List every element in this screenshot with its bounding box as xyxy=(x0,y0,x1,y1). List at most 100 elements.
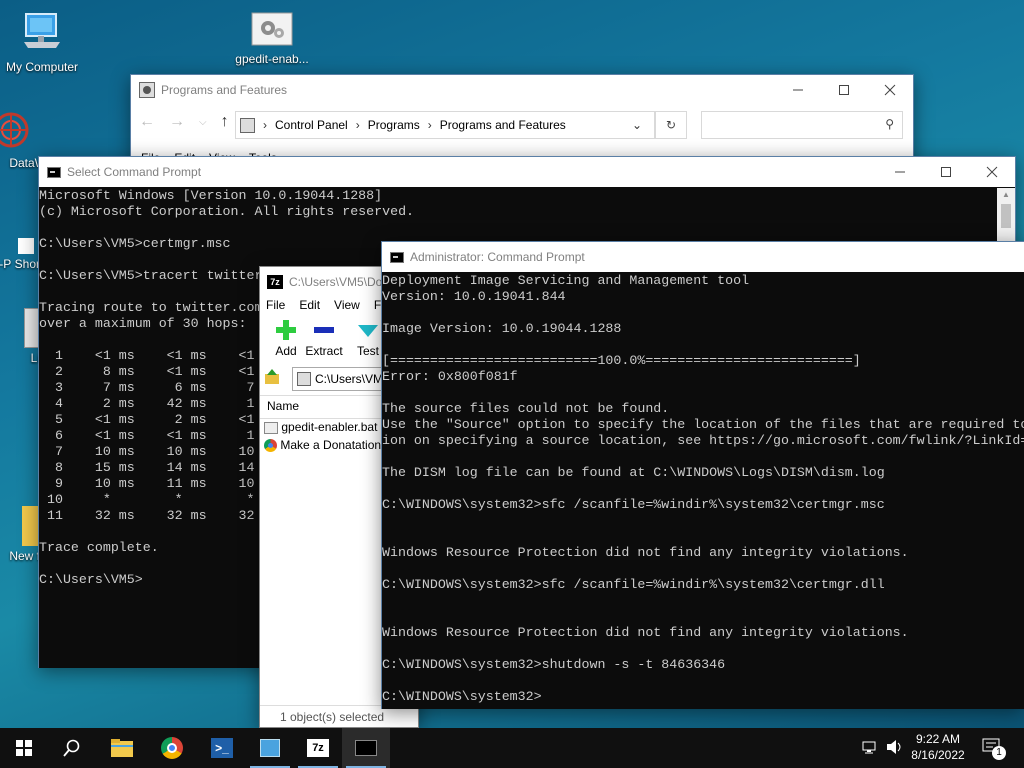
command-prompt-icon xyxy=(355,740,377,756)
back-arrow-icon[interactable]: ← xyxy=(139,113,155,131)
window-title: Administrator: Command Prompt xyxy=(410,250,585,264)
search-button[interactable] xyxy=(48,728,96,768)
7zip-taskbar-button[interactable]: 7z xyxy=(294,728,342,768)
desktop-icon-label: Ф-Р Shor xyxy=(0,257,40,271)
chrome-icon xyxy=(264,439,277,453)
maximize-button[interactable] xyxy=(821,75,867,105)
window-title: C:\Users\VM5\Do xyxy=(289,275,383,289)
desktop-icon-shortcut[interactable]: Ф-Р Shor xyxy=(0,238,40,271)
add-plus-icon xyxy=(276,320,296,340)
breadcrumb-control-panel[interactable]: Control Panel xyxy=(275,118,348,132)
title-bar[interactable]: Programs and Features xyxy=(131,75,913,105)
file-name: gpedit-enabler.bat xyxy=(281,420,378,434)
test-button[interactable]: Test xyxy=(352,319,384,358)
search-input[interactable]: ⚲ xyxy=(701,111,903,139)
close-button[interactable] xyxy=(867,75,913,105)
console-line: Deployment Image Servicing and Managemen… xyxy=(382,273,750,288)
scrollbar-thumb[interactable] xyxy=(1001,204,1011,228)
start-button[interactable] xyxy=(0,728,48,768)
test-check-icon xyxy=(358,325,378,337)
administrator-command-prompt-window[interactable]: Administrator: Command Prompt Deployment… xyxy=(381,241,1024,709)
minimize-button[interactable] xyxy=(775,75,821,105)
desktop-icon-gpedit[interactable]: gpedit-enab... xyxy=(230,12,314,66)
extract-button[interactable]: Extract xyxy=(304,319,344,358)
menu-view[interactable]: View xyxy=(334,298,360,312)
console-line: C:\WINDOWS\system32>sfc /scanfile=%windi… xyxy=(382,577,885,592)
maximize-button[interactable] xyxy=(923,157,969,187)
console-line: C:\WINDOWS\system32>sfc /scanfile=%windi… xyxy=(382,497,885,512)
console-output[interactable]: Deployment Image Servicing and Managemen… xyxy=(382,273,1024,709)
batch-file-icon xyxy=(230,12,314,49)
window-title: Programs and Features xyxy=(161,83,288,97)
extract-minus-icon xyxy=(314,327,334,333)
batch-file-icon xyxy=(264,421,278,434)
address-bar[interactable]: › Control Panel › Programs › Programs an… xyxy=(235,111,655,139)
menu-edit[interactable]: Edit xyxy=(299,298,320,312)
close-button[interactable] xyxy=(969,157,1015,187)
windows-logo-icon xyxy=(16,740,32,756)
command-prompt-icon xyxy=(47,166,61,178)
command-prompt-taskbar-button[interactable] xyxy=(342,728,390,768)
console-line: Version: 10.0.19041.844 xyxy=(382,289,566,304)
desktop-icon-new-folder[interactable]: New f xyxy=(0,506,40,563)
clock-time: 9:22 AM xyxy=(915,732,961,746)
notification-badge: 1 xyxy=(992,746,1006,760)
console-line: Use the "Source" option to specify the l… xyxy=(382,417,1024,432)
desktop-icon-li[interactable]: Li xyxy=(0,308,40,365)
file-name: Make a Donatation xyxy=(280,438,382,452)
title-bar[interactable]: Select Command Prompt xyxy=(39,157,1015,187)
refresh-button[interactable]: ↻ xyxy=(655,111,687,139)
address-dropdown-chevron-icon[interactable]: ⌄ xyxy=(632,118,642,132)
chrome-button[interactable] xyxy=(148,728,196,768)
minimize-button[interactable] xyxy=(877,157,923,187)
7zip-icon: 7z xyxy=(267,275,283,289)
desktop-icon-my-computer[interactable]: My Computer xyxy=(0,8,84,74)
menu-file[interactable]: File xyxy=(266,298,285,312)
network-app-icon xyxy=(0,110,46,153)
powershell-button[interactable]: >_ xyxy=(198,728,246,768)
breadcrumb-programs[interactable]: Programs xyxy=(368,118,420,132)
search-icon: ⚲ xyxy=(885,117,894,131)
title-bar[interactable]: Administrator: Command Prompt xyxy=(382,242,1024,272)
add-button[interactable]: Add xyxy=(264,319,308,358)
folder-icon xyxy=(111,739,133,757)
search-icon xyxy=(63,739,80,757)
control-panel-taskbar-button[interactable] xyxy=(246,728,294,768)
7zip-icon: 7z xyxy=(307,739,329,757)
forward-arrow-icon[interactable]: → xyxy=(169,113,185,131)
folder-up-icon xyxy=(265,369,279,384)
breadcrumb-programs-and-features[interactable]: Programs and Features xyxy=(440,118,566,132)
recent-locations-chevron-icon[interactable]: ⌵ xyxy=(199,117,207,128)
console-line: Image Version: 10.0.19044.1288 xyxy=(382,321,622,336)
console-line: (c) Microsoft Corporation. All rights re… xyxy=(39,204,415,219)
console-line: Windows Resource Protection did not find… xyxy=(382,545,909,560)
add-label: Add xyxy=(275,344,297,358)
folder-up-button[interactable] xyxy=(264,369,282,389)
network-icon[interactable] xyxy=(862,740,878,757)
desktop-icon-label: My Computer xyxy=(5,60,79,74)
console-line: C:\WINDOWS\system32> xyxy=(382,689,542,704)
drive-icon xyxy=(297,372,311,386)
clock[interactable]: 9:22 AM 8/16/2022 xyxy=(906,731,970,763)
volume-icon[interactable] xyxy=(886,739,904,758)
command-prompt-icon xyxy=(390,251,404,263)
programs-and-features-window[interactable]: Programs and Features ← → ⌵ ↑ › Control … xyxy=(130,74,914,169)
status-text: 1 object(s) selected xyxy=(280,710,385,724)
file-explorer-button[interactable] xyxy=(98,728,146,768)
console-line: Windows Resource Protection did not find… xyxy=(382,625,909,640)
up-arrow-icon[interactable]: ↑ xyxy=(221,113,229,131)
console-line: ion on specifying a source location, see… xyxy=(382,433,1024,448)
menu-bar: File Edit View Fa xyxy=(266,298,388,312)
notification-center-button[interactable]: 1 xyxy=(982,738,1006,760)
